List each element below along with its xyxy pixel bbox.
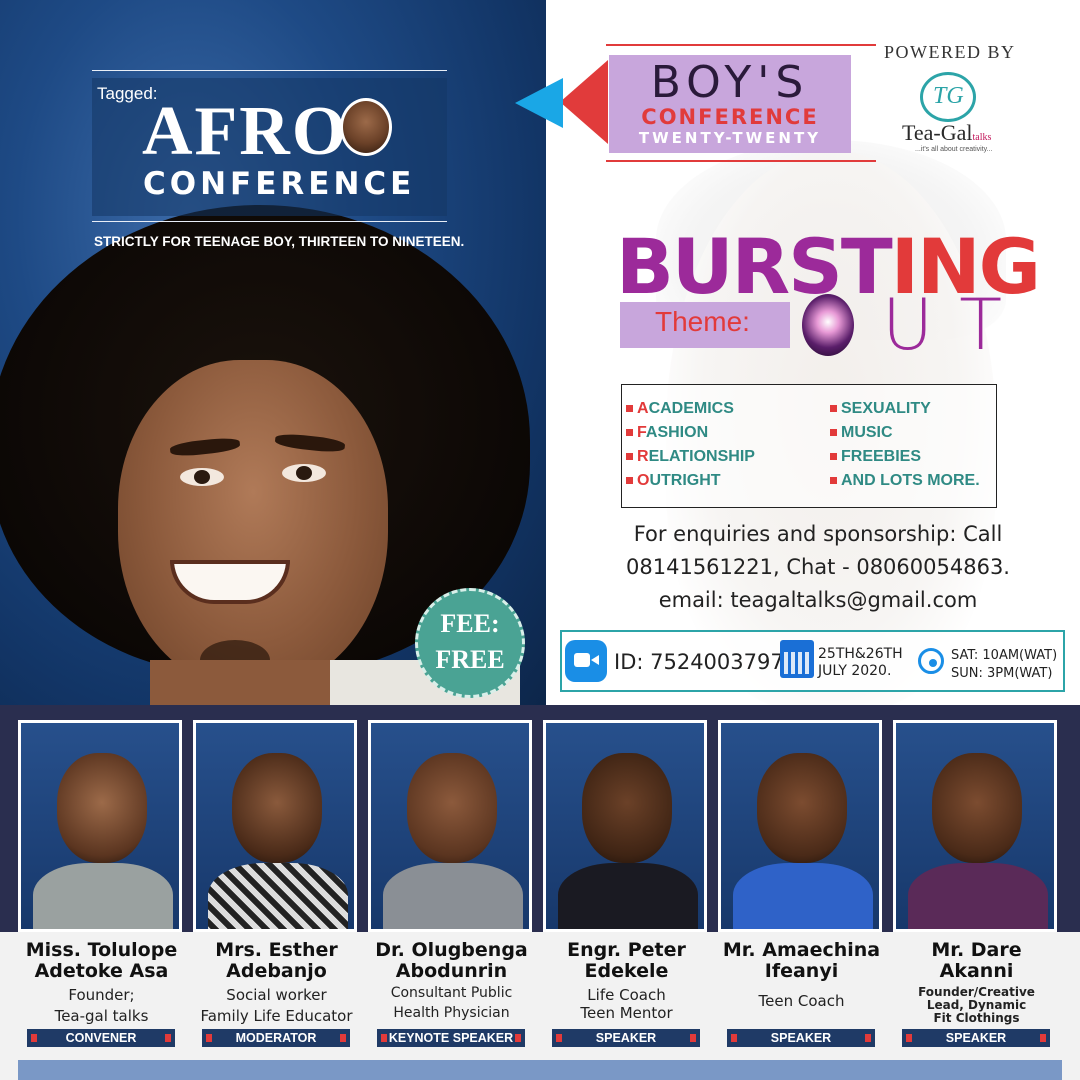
zoom-video-icon xyxy=(565,640,607,682)
meeting-dates: 25TH&26TH JULY 2020. xyxy=(818,646,903,679)
conference-poster: Tagged: AFRO CONFERENCE STRICTLY FOR TEE… xyxy=(0,0,1080,1080)
tea-gal-logo-icon xyxy=(920,72,976,122)
topic-item: FREEBIES xyxy=(830,448,921,466)
theme-burst: BURST xyxy=(616,222,893,311)
clock-icon xyxy=(918,648,944,674)
sponsor-suffix: talks xyxy=(972,132,992,143)
speaker-name: Miss. Tolulope Adetoke Asa xyxy=(25,939,178,982)
speaker-name: Engr. Peter Edekele xyxy=(567,939,686,982)
speaker-name: Mr. Amaechina Ifeanyi xyxy=(722,939,881,982)
speaker-role-badge: CONVENER xyxy=(27,1029,175,1047)
portrait-face xyxy=(118,360,388,690)
banner-blue-arrow-icon xyxy=(515,78,563,128)
speaker-body xyxy=(208,863,348,929)
speaker-description: Social worker Family Life Educator xyxy=(200,986,353,1025)
speaker-role-badge: KEYNOTE SPEAKER xyxy=(377,1029,525,1047)
bullet-icon xyxy=(830,429,837,437)
speaker-photo xyxy=(718,720,882,932)
speaker-body xyxy=(733,863,873,929)
speaker-head xyxy=(57,753,147,863)
calendar-icon xyxy=(780,640,814,678)
sponsor-name: Tea-Gal xyxy=(902,120,973,145)
banner-red-arrow-icon xyxy=(560,60,608,144)
bullet-icon xyxy=(626,429,633,437)
topic-item: FASHION xyxy=(626,424,708,442)
contact-line-1: For enquiries and sponsorship: Call xyxy=(633,522,1003,546)
speaker-body xyxy=(558,863,698,929)
speaker-role-badge: MODERATOR xyxy=(202,1029,350,1047)
speaker-body xyxy=(908,863,1048,929)
speaker-head xyxy=(757,753,847,863)
speaker-description: Life Coach Teen Mentor xyxy=(580,986,673,1022)
topic-item: RELATIONSHIP xyxy=(626,448,755,466)
bullet-icon xyxy=(830,405,837,413)
speaker-photo xyxy=(368,720,532,932)
speaker-photo xyxy=(193,720,357,932)
speaker-role-badge: SPEAKER xyxy=(902,1029,1050,1047)
speaker-description: Founder/Creative Lead, Dynamic Fit Clothin… xyxy=(918,985,1035,1025)
powered-by-label: POWERED BY xyxy=(884,42,1016,62)
speaker-role-badge: SPEAKER xyxy=(552,1029,700,1047)
speaker-body xyxy=(33,863,173,929)
topic-item: OUTRIGHT xyxy=(626,472,721,490)
speaker-name: Mr. Dare Akanni xyxy=(931,939,1022,982)
bullet-icon xyxy=(626,477,633,485)
conference-title: CONFERENCE xyxy=(143,166,416,202)
banner-twenty-twenty: TWENTY-TWENTY xyxy=(638,129,822,147)
speaker-name: Mrs. Esther Adebanjo xyxy=(215,939,338,982)
speaker-body xyxy=(383,863,523,929)
meeting-times: SAT: 10AM(WAT) SUN: 3PM(WAT) xyxy=(951,648,1058,681)
speaker-description: Consultant Public Health Physician xyxy=(390,985,513,1021)
bullet-icon xyxy=(626,453,633,461)
tag-top-rule xyxy=(92,70,447,71)
speaker-name: Dr. Olugbenga Abodunrin xyxy=(375,939,528,982)
fee-badge: FEE: FREE xyxy=(415,588,525,698)
theme-out: UT xyxy=(882,284,1028,366)
speaker-photo xyxy=(543,720,707,932)
afro-avatar xyxy=(340,98,392,156)
speaker-head xyxy=(232,753,322,863)
topic-item: SEXUALITY xyxy=(830,400,931,418)
theme-label: Theme: xyxy=(655,306,750,337)
speaker-head xyxy=(932,753,1022,863)
bottom-strip xyxy=(18,1060,1062,1080)
sponsor-tagline: ...it's all about creativity... xyxy=(915,146,993,153)
topic-item: ACADEMICS xyxy=(626,400,734,418)
speaker-photo xyxy=(18,720,182,932)
contact-email[interactable]: email: teagaltalks@gmail.com xyxy=(618,588,1018,612)
boys-conference-banner: BOY'S CONFERENCE TWENTY-TWENTY xyxy=(609,55,851,153)
speaker-description: Teen Coach xyxy=(758,992,845,1010)
banner-conference: CONFERENCE xyxy=(641,105,819,129)
speaker-photo xyxy=(893,720,1057,932)
afro-title: AFRO xyxy=(142,93,349,170)
portrait-right-eye xyxy=(282,464,326,482)
sponsor-logo-text: Tea-Galtalks xyxy=(902,120,991,146)
bullet-icon xyxy=(830,477,837,485)
audience-note: STRICTLY FOR TEENAGE BOY, THIRTEEN TO NI… xyxy=(94,234,465,249)
fee-label: FEE: xyxy=(440,609,500,638)
meeting-id[interactable]: ID: 7524003797 xyxy=(614,650,784,674)
speaker-description: Founder; Tea-gal talks xyxy=(54,986,149,1025)
bullet-icon xyxy=(830,453,837,461)
speaker-head xyxy=(582,753,672,863)
contact-phone[interactable]: 08141561221, Chat - 08060054863. xyxy=(618,555,1018,579)
speaker-role-badge: SPEAKER xyxy=(727,1029,875,1047)
banner-boys: BOY'S xyxy=(650,57,810,108)
topic-item: MUSIC xyxy=(830,424,893,442)
fee-value: FREE xyxy=(435,645,505,674)
portrait-left-eye xyxy=(180,468,224,486)
bullet-icon xyxy=(626,405,633,413)
topic-item: AND LOTS MORE. xyxy=(830,472,980,490)
speaker-head xyxy=(407,753,497,863)
tag-bottom-rule xyxy=(92,221,447,222)
glowing-orb-icon xyxy=(802,294,854,356)
